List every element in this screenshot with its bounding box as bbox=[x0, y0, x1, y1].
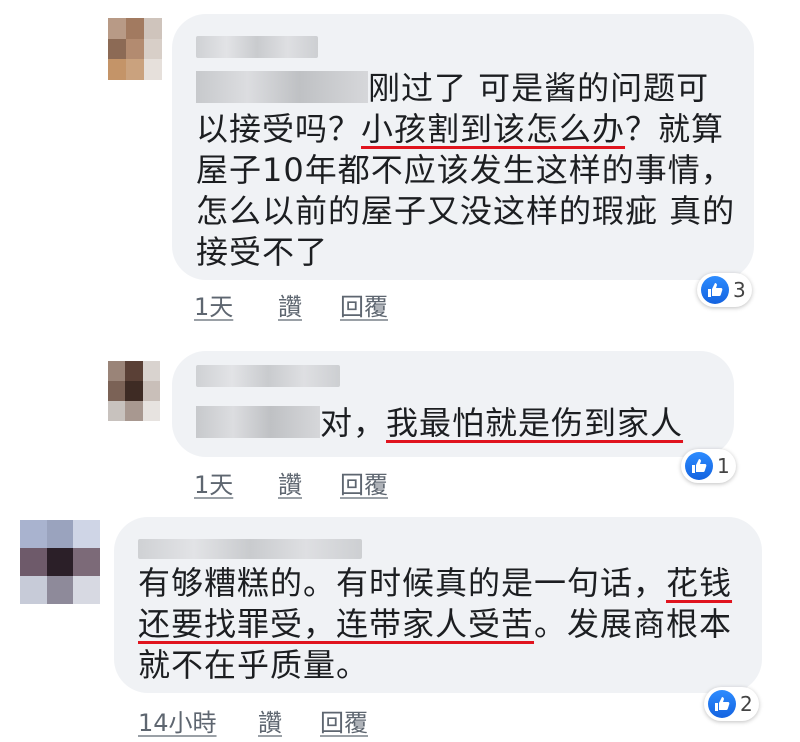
timestamp-link[interactable]: 14小時 bbox=[138, 703, 217, 738]
reaction-count[interactable]: 3 bbox=[697, 273, 752, 307]
reply-button[interactable]: 回覆 bbox=[340, 465, 388, 500]
commenter-name[interactable] bbox=[196, 36, 318, 58]
thumbs-up-icon bbox=[685, 452, 713, 480]
commenter-name[interactable] bbox=[196, 365, 340, 387]
reaction-number: 1 bbox=[717, 454, 730, 478]
reply-button[interactable]: 回覆 bbox=[340, 287, 388, 322]
avatar[interactable] bbox=[20, 520, 100, 604]
commenter-name[interactable] bbox=[138, 539, 362, 559]
like-button[interactable]: 讚 bbox=[278, 465, 302, 500]
timestamp-link[interactable]: 1天 bbox=[194, 465, 233, 500]
thumbs-up-icon bbox=[701, 276, 729, 304]
comment-text: 刚过了 可是酱的问题可以接受吗？小孩割到该怎么办？就算屋子10年都不应该发生这样… bbox=[196, 69, 736, 271]
reaction-number: 2 bbox=[740, 692, 753, 716]
avatar[interactable] bbox=[108, 361, 160, 421]
like-button[interactable]: 讚 bbox=[278, 287, 302, 322]
comment-text: 有够糟糕的。有时候真的是一句话，花钱还要找罪受，连带家人受苦。发展商根本就不在乎… bbox=[138, 564, 733, 684]
comment-text: 对，我最怕就是伤到家人 bbox=[196, 403, 716, 444]
reaction-count[interactable]: 2 bbox=[704, 687, 759, 721]
reaction-count[interactable]: 1 bbox=[681, 449, 736, 483]
reaction-number: 3 bbox=[733, 278, 746, 302]
reply-button[interactable]: 回覆 bbox=[320, 703, 368, 738]
mention-tag[interactable] bbox=[196, 71, 368, 103]
timestamp-link[interactable]: 1天 bbox=[194, 287, 233, 322]
mention-tag[interactable] bbox=[196, 406, 320, 438]
comment-bubble: 有够糟糕的。有时候真的是一句话，花钱还要找罪受，连带家人受苦。发展商根本就不在乎… bbox=[114, 517, 762, 693]
like-button[interactable]: 讚 bbox=[258, 703, 282, 738]
avatar[interactable] bbox=[108, 18, 162, 80]
comment-bubble: 对，我最怕就是伤到家人 bbox=[172, 351, 734, 457]
thumbs-up-icon bbox=[708, 690, 736, 718]
underlined-text: 我最怕就是伤到家人 bbox=[386, 404, 684, 442]
underlined-text: 小孩割到该怎么办 bbox=[361, 110, 626, 148]
comment-bubble: 刚过了 可是酱的问题可以接受吗？小孩割到该怎么办？就算屋子10年都不应该发生这样… bbox=[172, 14, 754, 280]
